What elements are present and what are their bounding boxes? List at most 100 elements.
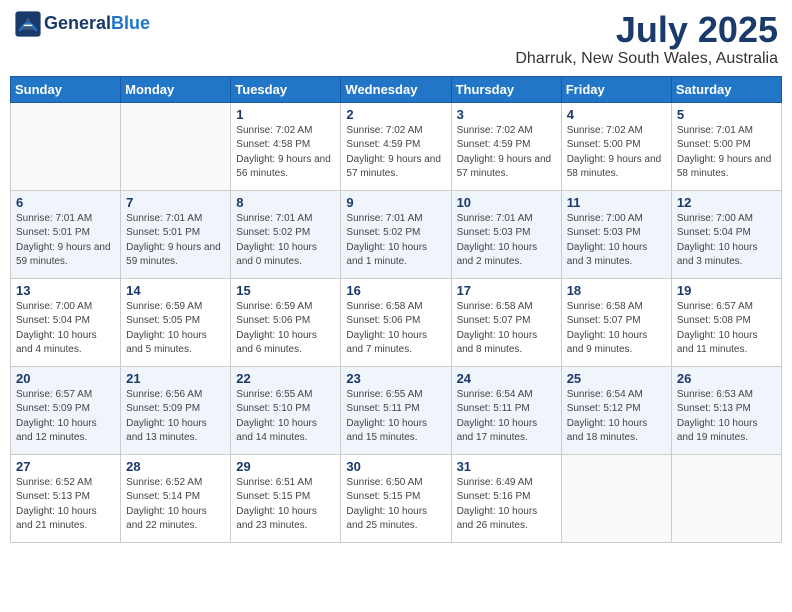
day-number: 28 (126, 459, 225, 474)
calendar-week-4: 20 Sunrise: 6:57 AMSunset: 5:09 PMDayligh… (11, 366, 782, 454)
day-number: 25 (567, 371, 666, 386)
day-number: 14 (126, 283, 225, 298)
day-number: 22 (236, 371, 335, 386)
calendar-day-4: 4Sunrise: 7:02 AMSunset: 5:00 PMDaylight… (561, 102, 671, 190)
day-info: Sunrise: 6:51 AMSunset: 5:15 PMDaylight:… (236, 476, 335, 534)
day-number: 24 (457, 371, 556, 386)
calendar-empty (11, 102, 121, 190)
day-number: 30 (346, 459, 445, 474)
calendar-day-21: 21 Sunrise: 6:56 AMSunset: 5:09 PMDayligh… (121, 366, 231, 454)
page-header: GeneralBlue July 2025 Dharruk, New South… (10, 10, 782, 68)
weekday-tuesday: Tuesday (231, 76, 341, 102)
day-number: 19 (677, 283, 776, 298)
day-number: 21 (126, 371, 225, 386)
day-number: 26 (677, 371, 776, 386)
calendar-day-24: 24 Sunrise: 6:54 AMSunset: 5:11 PMDayligh… (451, 366, 561, 454)
day-info: Sunrise: 7:01 AMSunset: 5:02 PMDaylight:… (346, 212, 445, 270)
weekday-sunday: Sunday (11, 76, 121, 102)
calendar-week-2: 6Sunrise: 7:01 AMSunset: 5:01 PMDaylight… (11, 190, 782, 278)
weekday-wednesday: Wednesday (341, 76, 451, 102)
day-number: 2 (346, 107, 445, 122)
calendar-day-29: 29Sunrise: 6:51 AMSunset: 5:15 PMDayligh… (231, 454, 341, 542)
day-info: Sunrise: 6:58 AMSunset: 5:06 PMDaylight:… (346, 300, 445, 358)
weekday-header-row: SundayMondayTuesdayWednesdayThursdayFrid… (11, 76, 782, 102)
calendar-day-27: 27 Sunrise: 6:52 AMSunset: 5:13 PMDayligh… (11, 454, 121, 542)
day-info: Sunrise: 7:01 AMSunset: 5:00 PMDaylight:… (677, 124, 776, 182)
calendar-empty (121, 102, 231, 190)
calendar-day-28: 28 Sunrise: 6:52 AMSunset: 5:14 PMDayligh… (121, 454, 231, 542)
day-info: Sunrise: 7:02 AMSunset: 4:59 PMDaylight:… (346, 124, 445, 182)
day-info: Sunrise: 7:01 AMSunset: 5:03 PMDaylight:… (457, 212, 556, 270)
calendar-day-22: 22 Sunrise: 6:55 AMSunset: 5:10 PMDayligh… (231, 366, 341, 454)
calendar-day-10: 10 Sunrise: 7:01 AMSunset: 5:03 PMDayligh… (451, 190, 561, 278)
month-year-title: July 2025 (515, 10, 778, 50)
day-number: 3 (457, 107, 556, 122)
day-info: Sunrise: 7:02 AMSunset: 4:59 PMDaylight:… (457, 124, 556, 182)
day-number: 23 (346, 371, 445, 386)
calendar-day-20: 20 Sunrise: 6:57 AMSunset: 5:09 PMDayligh… (11, 366, 121, 454)
calendar-day-1: 1 Sunrise: 7:02 AMSunset: 4:58 PMDaylight… (231, 102, 341, 190)
calendar-day-13: 13 Sunrise: 7:00 AMSunset: 5:04 PMDayligh… (11, 278, 121, 366)
calendar-day-9: 9 Sunrise: 7:01 AMSunset: 5:02 PMDaylight… (341, 190, 451, 278)
day-number: 18 (567, 283, 666, 298)
weekday-monday: Monday (121, 76, 231, 102)
calendar-week-1: 1 Sunrise: 7:02 AMSunset: 4:58 PMDaylight… (11, 102, 782, 190)
calendar-day-12: 12Sunrise: 7:00 AMSunset: 5:04 PMDayligh… (671, 190, 781, 278)
calendar-day-25: 25 Sunrise: 6:54 AMSunset: 5:12 PMDayligh… (561, 366, 671, 454)
calendar-day-31: 31 Sunrise: 6:49 AMSunset: 5:16 PMDayligh… (451, 454, 561, 542)
day-info: Sunrise: 6:54 AMSunset: 5:12 PMDaylight:… (567, 388, 666, 446)
calendar-day-7: 7Sunrise: 7:01 AMSunset: 5:01 PMDaylight… (121, 190, 231, 278)
calendar-day-15: 15 Sunrise: 6:59 AMSunset: 5:06 PMDayligh… (231, 278, 341, 366)
day-info: Sunrise: 6:58 AMSunset: 5:07 PMDaylight:… (567, 300, 666, 358)
day-number: 17 (457, 283, 556, 298)
day-info: Sunrise: 6:52 AMSunset: 5:13 PMDaylight:… (16, 476, 115, 534)
day-info: Sunrise: 7:00 AMSunset: 5:04 PMDaylight:… (16, 300, 115, 358)
day-number: 1 (236, 107, 335, 122)
calendar-week-3: 13 Sunrise: 7:00 AMSunset: 5:04 PMDayligh… (11, 278, 782, 366)
day-info: Sunrise: 7:02 AMSunset: 5:00 PMDaylight:… (567, 124, 666, 182)
day-info: Sunrise: 6:59 AMSunset: 5:06 PMDaylight:… (236, 300, 335, 358)
calendar-day-6: 6Sunrise: 7:01 AMSunset: 5:01 PMDaylight… (11, 190, 121, 278)
weekday-thursday: Thursday (451, 76, 561, 102)
calendar-empty (561, 454, 671, 542)
day-info: Sunrise: 6:57 AMSunset: 5:09 PMDaylight:… (16, 388, 115, 446)
day-info: Sunrise: 6:55 AMSunset: 5:11 PMDaylight:… (346, 388, 445, 446)
day-info: Sunrise: 6:50 AMSunset: 5:15 PMDaylight:… (346, 476, 445, 534)
calendar-day-14: 14 Sunrise: 6:59 AMSunset: 5:05 PMDayligh… (121, 278, 231, 366)
day-number: 8 (236, 195, 335, 210)
day-info: Sunrise: 6:57 AMSunset: 5:08 PMDaylight:… (677, 300, 776, 358)
weekday-friday: Friday (561, 76, 671, 102)
day-number: 7 (126, 195, 225, 210)
day-info: Sunrise: 6:52 AMSunset: 5:14 PMDaylight:… (126, 476, 225, 534)
day-info: Sunrise: 6:58 AMSunset: 5:07 PMDaylight:… (457, 300, 556, 358)
day-info: Sunrise: 7:00 AMSunset: 5:03 PMDaylight:… (567, 212, 666, 270)
calendar-table: SundayMondayTuesdayWednesdayThursdayFrid… (10, 76, 782, 543)
calendar-day-16: 16Sunrise: 6:58 AMSunset: 5:06 PMDayligh… (341, 278, 451, 366)
calendar-day-26: 26Sunrise: 6:53 AMSunset: 5:13 PMDayligh… (671, 366, 781, 454)
day-number: 15 (236, 283, 335, 298)
day-number: 11 (567, 195, 666, 210)
day-info: Sunrise: 7:02 AMSunset: 4:58 PMDaylight:… (236, 124, 335, 182)
day-info: Sunrise: 6:56 AMSunset: 5:09 PMDaylight:… (126, 388, 225, 446)
day-info: Sunrise: 6:55 AMSunset: 5:10 PMDaylight:… (236, 388, 335, 446)
day-number: 5 (677, 107, 776, 122)
calendar-day-17: 17 Sunrise: 6:58 AMSunset: 5:07 PMDayligh… (451, 278, 561, 366)
calendar-day-2: 2 Sunrise: 7:02 AMSunset: 4:59 PMDaylight… (341, 102, 451, 190)
calendar-day-11: 11 Sunrise: 7:00 AMSunset: 5:03 PMDayligh… (561, 190, 671, 278)
day-number: 31 (457, 459, 556, 474)
title-block: July 2025 Dharruk, New South Wales, Aust… (515, 10, 778, 68)
day-number: 13 (16, 283, 115, 298)
day-info: Sunrise: 6:54 AMSunset: 5:11 PMDaylight:… (457, 388, 556, 446)
calendar-day-18: 18 Sunrise: 6:58 AMSunset: 5:07 PMDayligh… (561, 278, 671, 366)
calendar-day-23: 23 Sunrise: 6:55 AMSunset: 5:11 PMDayligh… (341, 366, 451, 454)
calendar-day-5: 5 Sunrise: 7:01 AMSunset: 5:00 PMDaylight… (671, 102, 781, 190)
day-number: 9 (346, 195, 445, 210)
day-number: 10 (457, 195, 556, 210)
day-number: 12 (677, 195, 776, 210)
location-subtitle: Dharruk, New South Wales, Australia (515, 50, 778, 68)
day-info: Sunrise: 6:59 AMSunset: 5:05 PMDaylight:… (126, 300, 225, 358)
calendar-day-8: 8Sunrise: 7:01 AMSunset: 5:02 PMDaylight… (231, 190, 341, 278)
day-info: Sunrise: 6:49 AMSunset: 5:16 PMDaylight:… (457, 476, 556, 534)
day-number: 20 (16, 371, 115, 386)
day-number: 27 (16, 459, 115, 474)
